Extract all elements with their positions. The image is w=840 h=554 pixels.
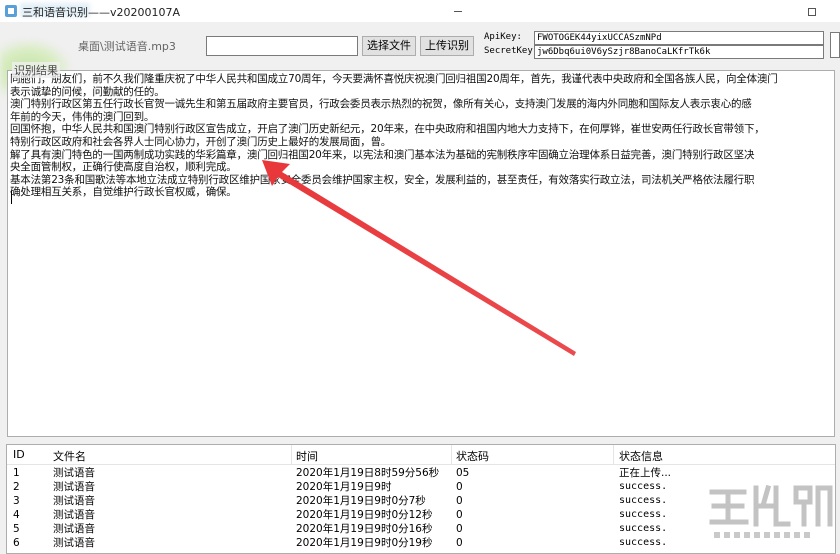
upload-recognize-button[interactable]: 上传识别 bbox=[420, 36, 474, 56]
cell-status-code: 05 bbox=[456, 467, 470, 479]
cell-id: 6 bbox=[13, 537, 20, 549]
result-text: 同胞们，朋友们，前不久我们隆重庆祝了中华人民共和国成立70周年，今天要满怀喜悦庆… bbox=[10, 73, 834, 199]
toolbar: 桌面\测试语音.mp3 选择文件 上传识别 ApiKey: FWOTOGEK44… bbox=[0, 28, 840, 100]
cell-filename: 测试语音 bbox=[53, 495, 95, 507]
cell-status-code: 0 bbox=[456, 537, 463, 549]
header-status-code: 状态码 bbox=[456, 450, 489, 463]
result-line: 澳门特别行政区第五任行政长官贺一诚先生和第五届政府主要官员，行政会委员表示热烈的… bbox=[10, 98, 752, 111]
header-filename: 文件名 bbox=[53, 450, 86, 463]
result-line: 央全面管制权，正确行使高度自治权，顺利完成。 bbox=[10, 161, 237, 174]
cell-filename: 测试语音 bbox=[53, 467, 95, 479]
column-separator[interactable] bbox=[291, 445, 292, 465]
text-caret bbox=[11, 191, 12, 204]
cell-filename: 测试语音 bbox=[53, 537, 95, 549]
app-icon bbox=[4, 4, 18, 18]
result-line: 同胞们，朋友们，前不久我们隆重庆祝了中华人民共和国成立70周年，今天要满怀喜悦庆… bbox=[10, 73, 778, 85]
minimize-icon[interactable] bbox=[446, 2, 470, 20]
apikey-input[interactable]: FWOTOGEK44yixUCCASzmNPd bbox=[534, 31, 824, 45]
file-path-label: 桌面\测试语音.mp3 bbox=[78, 40, 176, 53]
header-time: 时间 bbox=[296, 450, 318, 463]
cell-status-code: 0 bbox=[456, 495, 463, 507]
cell-id: 2 bbox=[13, 481, 20, 493]
cell-time: 2020年1月19日9时0分12秒 bbox=[296, 509, 433, 521]
cell-status-info: success. bbox=[619, 481, 668, 492]
result-line: 年前的今天，伟伟的澳门回到。 bbox=[10, 110, 155, 123]
column-separator[interactable] bbox=[451, 445, 452, 465]
cell-status-code: 0 bbox=[456, 481, 463, 493]
window-title: 三和语音识别——v20200107A bbox=[22, 6, 181, 19]
result-line: 确处理相互关系，自觉维护行政长官权威，确保。 bbox=[10, 186, 237, 199]
cell-time: 2020年1月19日9时0分16秒 bbox=[296, 523, 433, 535]
table-header: ID 文件名 时间 状态码 状态信息 bbox=[7, 445, 835, 465]
header-status-info: 状态信息 bbox=[619, 450, 663, 463]
result-line: 表示诚挚的问候，问勤献的任的。 bbox=[10, 85, 165, 98]
cell-status-code: 0 bbox=[456, 523, 463, 535]
cell-status-info: success. bbox=[619, 523, 668, 534]
title-bar: 三和语音识别——v20200107A bbox=[0, 0, 840, 22]
cell-status-code: 0 bbox=[456, 509, 463, 521]
cell-status-info: success. bbox=[619, 509, 668, 520]
cell-status-info: success. bbox=[619, 495, 668, 506]
select-file-button[interactable]: 选择文件 bbox=[362, 36, 416, 56]
result-line: 回国怀抱，中华人民共和国澳门特别行政区宣告成立，开启了澳门历史新纪元，20年来，… bbox=[10, 123, 765, 136]
cell-filename: 测试语音 bbox=[53, 481, 95, 493]
cell-time: 2020年1月19日9时0分7秒 bbox=[296, 495, 426, 507]
secretkey-input[interactable]: jw6Dbq6ui0V6ySzjr8BanoCaLKfrTk6k bbox=[534, 45, 824, 59]
cell-time: 2020年1月19日8时59分56秒 bbox=[296, 467, 440, 479]
header-id: ID bbox=[13, 448, 25, 461]
watermark-logo bbox=[709, 484, 833, 538]
cell-status-info: success. bbox=[619, 537, 668, 548]
secretkey-label: SecretKey: bbox=[484, 46, 539, 56]
column-separator[interactable] bbox=[613, 445, 614, 465]
cell-id: 5 bbox=[13, 523, 20, 535]
result-line: 基本法第23条和国歌法等本地立法成立特别行政区维护国家安全委员会维护国家主权，安… bbox=[10, 173, 755, 186]
cell-id: 3 bbox=[13, 495, 20, 507]
recognition-result-textarea[interactable]: 同胞们，朋友们，前不久我们隆重庆祝了中华人民共和国成立70周年，今天要满怀喜悦庆… bbox=[7, 70, 835, 437]
cell-time: 2020年1月19日9时0分19秒 bbox=[296, 537, 433, 549]
cell-time: 2020年1月19日9时 bbox=[296, 481, 392, 493]
apikey-label: ApiKey: bbox=[484, 32, 522, 42]
cell-filename: 测试语音 bbox=[53, 523, 95, 535]
result-line: 解了具有澳门特色的一国两制成功实践的华彩篇章，澳门回归祖国20年来，以宪法和澳门… bbox=[10, 148, 755, 161]
maximize-icon[interactable] bbox=[800, 2, 824, 20]
cell-status-info: 正在上传... bbox=[619, 467, 672, 479]
cell-id: 1 bbox=[13, 467, 20, 479]
side-panel-edge bbox=[830, 32, 840, 58]
result-group-label: 识别结果 bbox=[12, 62, 60, 78]
cell-id: 4 bbox=[13, 509, 20, 521]
result-line: 特别行政区政府和社会各界人士同心协力，开创了澳门历史上最好的发展局面，曾。 bbox=[10, 135, 392, 148]
file-path-input[interactable] bbox=[206, 36, 358, 56]
cell-filename: 测试语音 bbox=[53, 509, 95, 521]
